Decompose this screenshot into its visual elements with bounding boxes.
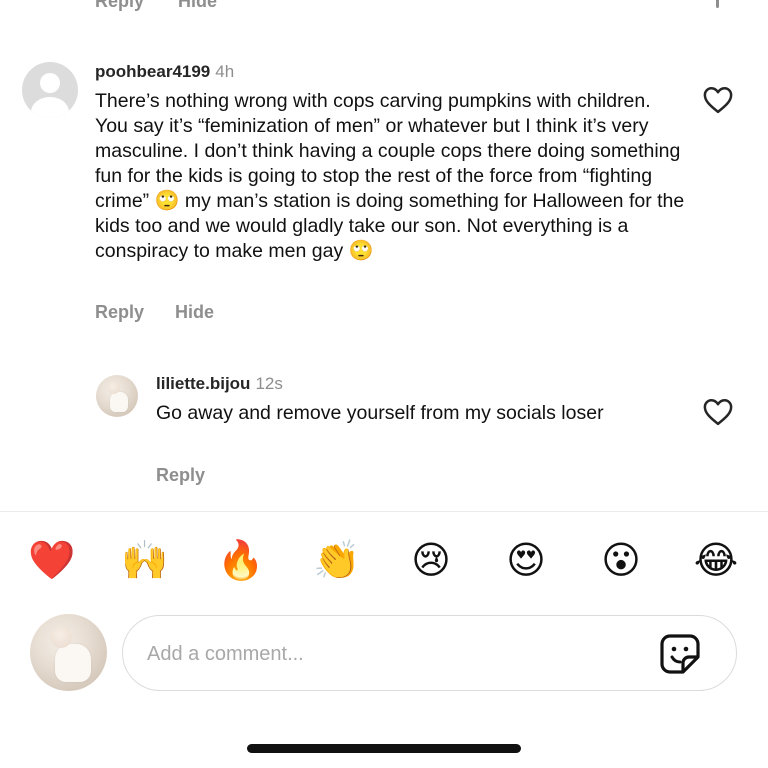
reply-button[interactable]: Reply	[156, 465, 205, 485]
avatar-photo-detail	[55, 644, 91, 682]
reaction-surprised-face[interactable]: 😮	[597, 539, 645, 583]
reaction-crying-face[interactable]: 😢	[407, 539, 455, 583]
current-user-avatar[interactable]	[30, 614, 107, 691]
reply-button[interactable]: Reply	[95, 302, 144, 323]
avatar-photo-detail	[50, 626, 72, 648]
reaction-fire[interactable]: 🔥	[217, 539, 265, 583]
previous-comment-actions: Reply Hide	[95, 0, 217, 12]
comment-input-container	[122, 615, 737, 691]
sticker-icon[interactable]	[658, 632, 702, 676]
eye-roll-emoji: 🙄	[348, 240, 374, 262]
comment-username[interactable]: poohbear4199	[95, 62, 210, 81]
heart-outline-icon[interactable]	[703, 86, 733, 114]
reaction-tears-of-joy[interactable]: 😂	[692, 539, 740, 583]
comment-actions: Reply Hide	[95, 302, 214, 323]
avatar-photo-detail	[107, 381, 120, 394]
reaction-red-heart[interactable]: ❤️	[28, 539, 76, 583]
previous-hide-button[interactable]: Hide	[178, 0, 217, 12]
comment-header: poohbear4199 4h	[95, 62, 234, 82]
comment-text-part: my man’s station is doing something for …	[95, 190, 685, 262]
reply-username[interactable]: liliette.bijou	[156, 374, 250, 393]
divider	[0, 511, 768, 512]
comment-text: There’s nothing wrong with cops carving …	[95, 89, 685, 264]
heart-outline-icon[interactable]	[703, 398, 733, 426]
previous-heart-icon-fragment	[716, 0, 719, 8]
comment-input[interactable]	[145, 628, 629, 680]
reaction-heart-eyes[interactable]: 😍	[502, 539, 550, 583]
reply-actions: Reply	[156, 465, 205, 486]
reply-text: Go away and remove yourself from my soci…	[156, 402, 604, 424]
avatar-photo-detail	[110, 392, 128, 412]
avatar-liliette-bijou[interactable]	[96, 375, 138, 417]
reaction-raising-hands[interactable]: 🙌	[121, 539, 169, 583]
comment-timestamp: 4h	[215, 62, 235, 81]
reply-timestamp: 12s	[255, 374, 283, 393]
default-avatar-body	[31, 97, 69, 118]
avatar-poohbear4199[interactable]	[22, 62, 78, 118]
eye-roll-emoji: 🙄	[154, 190, 180, 212]
reaction-clapping-hands[interactable]: 👏	[313, 539, 361, 583]
hide-button[interactable]: Hide	[175, 302, 214, 323]
default-avatar-head	[40, 73, 60, 93]
home-indicator	[247, 744, 521, 753]
previous-reply-button[interactable]: Reply	[95, 0, 144, 12]
reply-header: liliette.bijou 12s	[156, 374, 283, 394]
